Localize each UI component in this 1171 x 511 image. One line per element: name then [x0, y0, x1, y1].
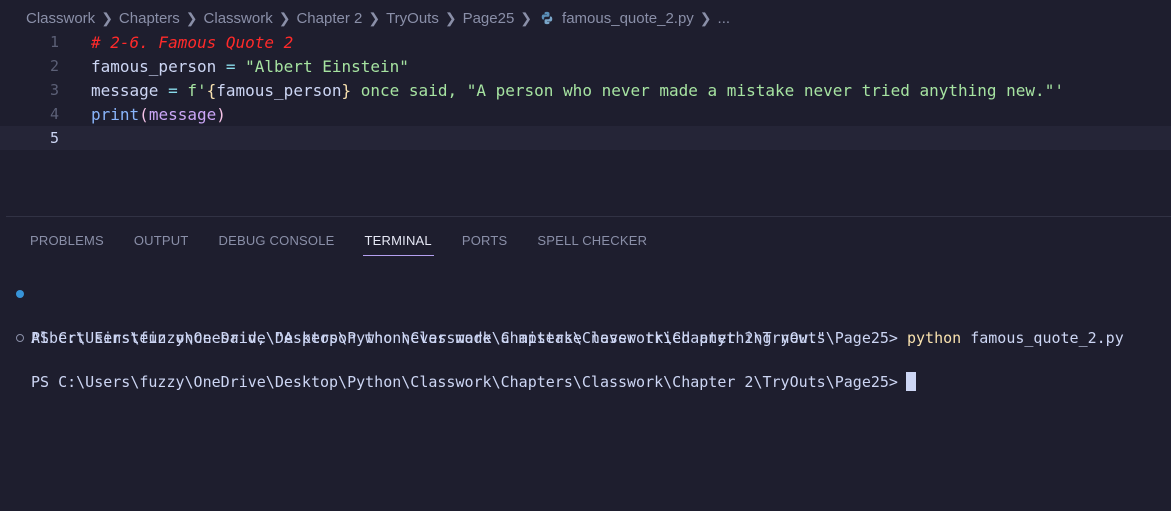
code-function: print — [91, 104, 140, 124]
line-number: 1 — [49, 33, 59, 51]
code-variable: message — [91, 80, 159, 100]
terminal-line-prompt: PS C:\Users\fuzzy\OneDrive\Desktop\Pytho… — [6, 327, 1171, 391]
terminal-cursor — [905, 372, 916, 391]
breadcrumb-ellipsis[interactable]: ... — [718, 10, 731, 27]
python-file-icon — [541, 11, 553, 25]
code-line-2[interactable]: 2 famous_person = "Albert Einstein" — [0, 54, 1171, 78]
code-argument: message — [148, 104, 217, 124]
bottom-panel: PROBLEMS OUTPUT DEBUG CONSOLE TERMINAL P… — [6, 216, 1171, 511]
breadcrumb-item-classwork[interactable]: Classwork — [26, 10, 95, 27]
code-editor[interactable]: 1 # 2-6. Famous Quote 2 2 famous_person … — [0, 30, 1171, 216]
terminal-output[interactable]: PS C:\Users\fuzzy\OneDrive\Desktop\Pytho… — [6, 283, 1171, 391]
tab-debug-console[interactable]: DEBUG CONSOLE — [219, 233, 335, 250]
chevron-right-icon: ❯ — [185, 9, 198, 26]
code-brace-close: } — [341, 80, 352, 100]
breadcrumb-item-chapters[interactable]: Chapters — [119, 10, 180, 27]
breadcrumb-item-tryouts[interactable]: TryOuts — [386, 10, 439, 27]
tab-ports[interactable]: PORTS — [462, 233, 508, 250]
code-operator: = — [158, 80, 188, 100]
code-string: "Albert Einstein" — [245, 56, 409, 76]
tab-spell-checker[interactable]: SPELL CHECKER — [537, 233, 647, 250]
code-comment: # 2-6. Famous Quote 2 — [91, 32, 294, 52]
code-operator: = — [216, 56, 246, 76]
code-brace-open: { — [206, 80, 217, 100]
code-interpolated-variable: famous_person — [216, 80, 342, 100]
tab-output[interactable]: OUTPUT — [134, 233, 189, 250]
terminal-prompt: PS C:\Users\fuzzy\OneDrive\Desktop\Pytho… — [31, 373, 898, 391]
code-string: once said, "A person who never made a mi… — [351, 80, 1064, 100]
line-number: 3 — [49, 81, 59, 99]
chevron-right-icon: ❯ — [101, 9, 113, 26]
chevron-right-icon: ❯ — [368, 9, 381, 26]
breadcrumb-item-file[interactable]: famous_quote_2.py — [562, 10, 694, 27]
code-paren-open: ( — [139, 104, 149, 124]
tab-terminal[interactable]: TERMINAL — [362, 233, 435, 256]
chevron-right-icon: ❯ — [699, 9, 712, 26]
command-pending-icon[interactable] — [16, 334, 24, 342]
line-number: 4 — [49, 105, 59, 123]
chevron-right-icon: ❯ — [520, 9, 533, 26]
terminal-line-output: Albert Einstein once said, "A person who… — [6, 305, 1171, 347]
code-line-5[interactable]: 5 — [0, 126, 1171, 150]
line-number: 2 — [49, 57, 59, 75]
breadcrumb-item-chapter-2[interactable]: Chapter 2 — [296, 10, 362, 27]
breadcrumb-item-page25[interactable]: Page25 — [463, 10, 515, 27]
chevron-right-icon: ❯ — [444, 9, 457, 26]
command-success-icon[interactable] — [16, 290, 24, 298]
code-line-4[interactable]: 4 print(message) — [0, 102, 1171, 126]
code-line-3[interactable]: 3 message = f'{famous_person} once said,… — [0, 78, 1171, 102]
code-paren-close: ) — [216, 104, 226, 124]
breadcrumb-item-classwork-2[interactable]: Classwork — [204, 10, 273, 27]
line-number-current: 5 — [49, 129, 59, 147]
panel-tabs: PROBLEMS OUTPUT DEBUG CONSOLE TERMINAL P… — [30, 227, 647, 256]
code-line-1[interactable]: 1 # 2-6. Famous Quote 2 — [0, 30, 1171, 54]
code-fstring-prefix: f' — [187, 80, 207, 100]
vscode-window: Classwork ❯ Chapters ❯ Classwork ❯ Chapt… — [0, 0, 1171, 511]
tab-problems[interactable]: PROBLEMS — [30, 233, 104, 250]
code-variable: famous_person — [91, 56, 217, 76]
terminal-line-command: PS C:\Users\fuzzy\OneDrive\Desktop\Pytho… — [6, 283, 1171, 347]
chevron-right-icon: ❯ — [278, 9, 291, 26]
